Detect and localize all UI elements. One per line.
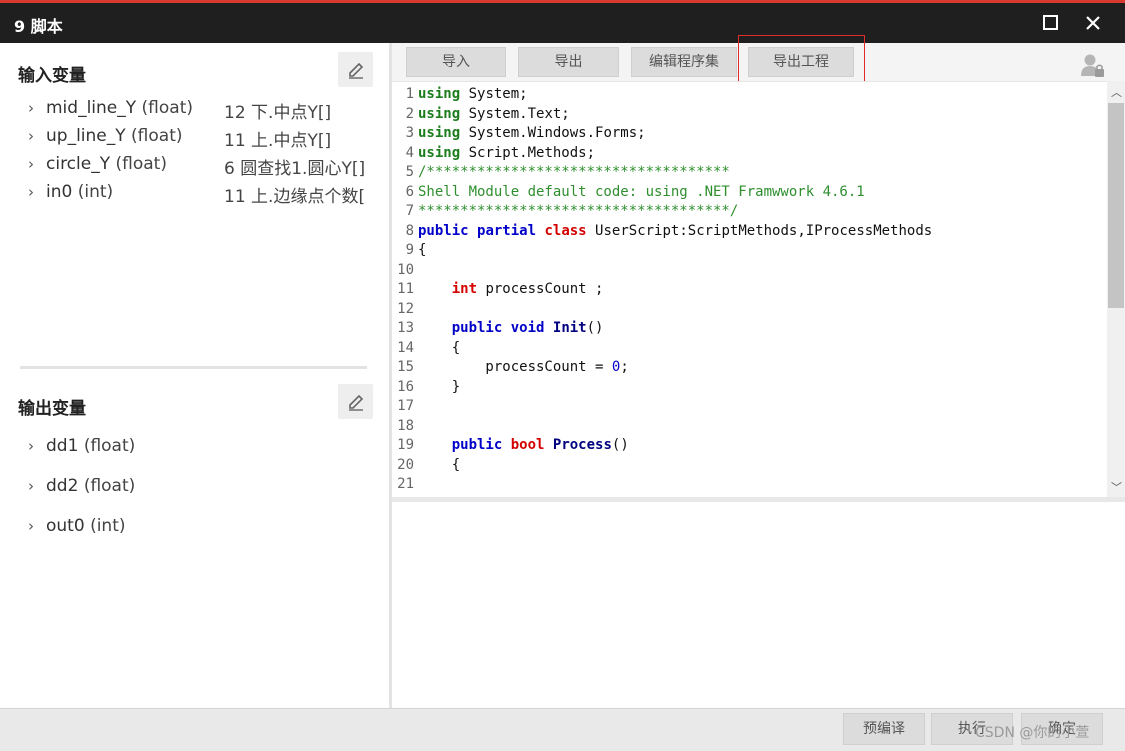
output-variables-title: 输出变量	[18, 399, 86, 419]
chevron-right-icon[interactable]: ›	[28, 127, 46, 145]
edit-assembly-button[interactable]: 编辑程序集	[631, 47, 737, 77]
output-variable-item[interactable]: › dd1 (float)	[28, 436, 135, 456]
code-line: {	[418, 456, 461, 473]
variable-source: 11 上.中点Y[]	[224, 131, 332, 151]
line-numbers: 1 2 3 4 5 6 7 8 9 10 11 12 13 14 15 16 1…	[397, 86, 414, 498]
import-button[interactable]: 导入	[406, 47, 506, 77]
code-line: using Script.Methods;	[418, 144, 596, 161]
input-variable-item[interactable]: › in0 (int) 11 上.边缘点个数[	[28, 182, 365, 207]
title-bar: 9 脚本	[0, 3, 1125, 43]
code-line: processCount = 0;	[418, 359, 629, 375]
code-line: *************************************/	[418, 203, 739, 219]
pencil-icon	[349, 62, 364, 79]
maximize-icon[interactable]	[1039, 11, 1063, 35]
code-editor[interactable]: 1 2 3 4 5 6 7 8 9 10 11 12 13 14 15 16 1…	[392, 81, 1125, 498]
scroll-up-icon[interactable]: ︿	[1111, 84, 1122, 100]
user-lock-icon[interactable]	[1080, 52, 1106, 82]
code-line: {	[418, 242, 427, 258]
code-line: using System.Windows.Forms;	[418, 125, 646, 141]
bottom-bar: 预编译 执行 确定	[0, 708, 1125, 751]
pencil-icon	[349, 394, 364, 411]
chevron-right-icon[interactable]: ›	[28, 155, 46, 173]
code-text[interactable]: using System; using System.Text; using Sys…	[418, 85, 932, 498]
code-line: /************************************	[418, 164, 730, 180]
variable-source: 12 下.中点Y[]	[224, 103, 332, 123]
edit-input-variables-button[interactable]	[338, 52, 373, 87]
chevron-right-icon[interactable]: ›	[28, 183, 46, 201]
export-button[interactable]: 导出	[518, 47, 619, 77]
chevron-right-icon[interactable]: ›	[28, 477, 46, 495]
input-variable-item[interactable]: › circle_Y (float) 6 圆查找1.圆心Y[]	[28, 154, 365, 179]
chevron-right-icon[interactable]: ›	[28, 437, 46, 455]
code-line: int processCount ;	[451, 281, 604, 297]
code-line: public bool Process()	[451, 437, 629, 453]
scroll-down-icon[interactable]: ﹀	[1111, 479, 1122, 495]
output-variable-item[interactable]: › dd2 (float)	[28, 476, 135, 496]
code-line: using System.Text;	[418, 105, 570, 122]
output-variable-item[interactable]: › out0 (int)	[28, 516, 126, 536]
code-line: public void Init()	[451, 320, 604, 336]
variables-panel: 输入变量 › mid_line_Y (float) 12 下.中点Y[] › up_…	[0, 43, 389, 708]
chevron-right-icon[interactable]: ›	[28, 517, 46, 535]
input-variable-item[interactable]: › up_line_Y (float) 11 上.中点Y[]	[28, 126, 331, 151]
output-panel	[392, 502, 1125, 708]
precompile-button[interactable]: 预编译	[843, 713, 925, 745]
code-line: Shell Module default code: using .NET Fr…	[418, 183, 865, 200]
code-line: }	[418, 378, 461, 395]
variable-source: 11 上.边缘点个数[	[224, 187, 366, 207]
scrollbar-thumb[interactable]	[1108, 103, 1124, 308]
editor-scrollbar[interactable]: ︿ ﹀	[1107, 81, 1125, 497]
input-variable-item[interactable]: › mid_line_Y (float) 12 下.中点Y[]	[28, 98, 331, 123]
section-divider[interactable]	[20, 366, 367, 369]
close-icon[interactable]	[1081, 11, 1105, 35]
variable-source: 6 圆查找1.圆心Y[]	[224, 159, 366, 179]
input-variables-title: 输入变量	[18, 66, 86, 86]
code-line: public partial class UserScript:ScriptMe…	[418, 222, 933, 239]
code-line: {	[418, 339, 461, 356]
code-line: using System;	[418, 86, 528, 102]
window-title: 9 脚本	[14, 17, 63, 36]
watermark-text: CSDN @你的小萱	[975, 725, 1090, 741]
chevron-right-icon[interactable]: ›	[28, 99, 46, 117]
edit-output-variables-button[interactable]	[338, 384, 373, 419]
